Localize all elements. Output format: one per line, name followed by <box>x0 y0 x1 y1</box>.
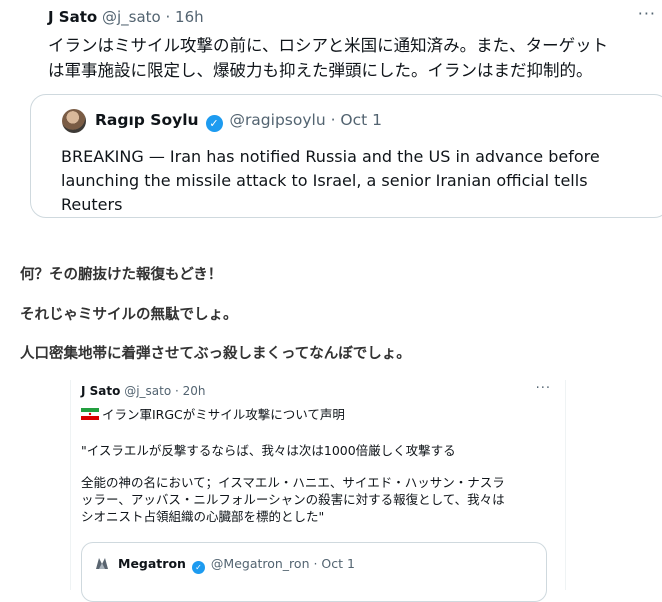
quoted-tweet[interactable]: Ragıp Soylu ✓ @ragipsoylu · Oct 1 BREAKI… <box>30 94 662 218</box>
tweet-text-line: ッラー、アッバス・ニルフォルーシャンの殺害に対する報復として、我々は <box>81 492 505 507</box>
tweet-text-line: 全能の神の名において；イスマエル・ハニエ、サイエド・ハッサン・ナスラ <box>81 475 505 490</box>
quoted-handle-time[interactable]: @Megatron_ron · Oct 1 <box>211 556 355 571</box>
tweet-text-line: "イスラエルが反撃するならば、我々は次は1000倍厳しく攻撃する <box>81 443 456 458</box>
verified-badge-icon: ✓ <box>205 115 223 132</box>
quoted-author-name[interactable]: Ragıp Soylu <box>95 111 199 129</box>
quoted-tweet-header: Megatron ✓ @Megatron_ron · Oct 1 <box>118 556 355 574</box>
tweet-header: J Sato @j_sato · 16h <box>48 8 204 26</box>
quoted-handle-time[interactable]: @ragipsoylu · Oct 1 <box>229 111 382 129</box>
verified-badge-icon: ✓ <box>191 561 205 574</box>
tweet-card-bottom[interactable]: J Sato @j_sato · 20h ··· イラン軍IRGCがミサイル攻撃… <box>70 380 566 602</box>
handle-time[interactable]: @j_sato · 16h <box>102 8 204 26</box>
quoted-tweet[interactable]: Megatron ✓ @Megatron_ron · Oct 1 <box>81 542 547 602</box>
avatar[interactable] <box>62 109 86 133</box>
quoted-text-line: BREAKING — Iran has notified Russia and … <box>61 147 600 166</box>
quoted-text-line: launching the missile attack to Israel, … <box>61 171 588 190</box>
quoted-author-name[interactable]: Megatron <box>118 556 186 571</box>
tweet-line-text: イラン軍IRGCがミサイル攻撃について声明 <box>102 407 345 422</box>
tweet-text-line: は軍事施設に限定し、爆破力も抑えた弾頭にした。イランはまだ抑制的。 <box>48 61 593 80</box>
tweet-text-line: イラン軍IRGCがミサイル攻撃について声明 <box>81 404 345 423</box>
tweet-header: J Sato @j_sato · 20h <box>81 384 206 398</box>
tweet-card-top[interactable]: J Sato @j_sato · 16h ··· イランはミサイル攻撃の前に、ロ… <box>0 0 662 230</box>
handle-time[interactable]: @j_sato · 20h <box>124 384 205 398</box>
quoted-text-line: Reuters <box>61 195 123 214</box>
comment-line: 人口密集地帯に着弾させてぶっ殺しまくってなんぼでしょ。 <box>20 346 411 362</box>
tweet-text-line: シオニスト占領組織の心臓部を標的とした" <box>81 509 325 524</box>
more-icon[interactable]: ··· <box>638 4 656 23</box>
tweet-text: イランはミサイル攻撃の前に、ロシアと米国に通知済み。また、ターゲット は軍事施設… <box>48 33 658 83</box>
comment-line: 何？その腑抜けた報復もどき！ <box>20 267 223 283</box>
avatar[interactable] <box>94 555 110 571</box>
quoted-tweet-text: BREAKING — Iran has notified Russia and … <box>61 145 661 217</box>
tweet-paragraph: 全能の神の名において；イスマエル・ハニエ、サイエド・ハッサン・ナスラ ッラー、ア… <box>81 474 551 525</box>
comment-line: それじゃミサイルの無駄でしょ。 <box>20 307 238 323</box>
author-name[interactable]: J Sato <box>81 384 120 398</box>
tweet-text-line: イランはミサイル攻撃の前に、ロシアと米国に通知済み。また、ターゲット <box>48 36 609 55</box>
quoted-tweet-header: Ragıp Soylu ✓ @ragipsoylu · Oct 1 <box>95 111 382 132</box>
iran-flag-icon <box>81 408 99 420</box>
more-icon[interactable]: ··· <box>536 381 551 396</box>
author-name[interactable]: J Sato <box>48 8 97 26</box>
